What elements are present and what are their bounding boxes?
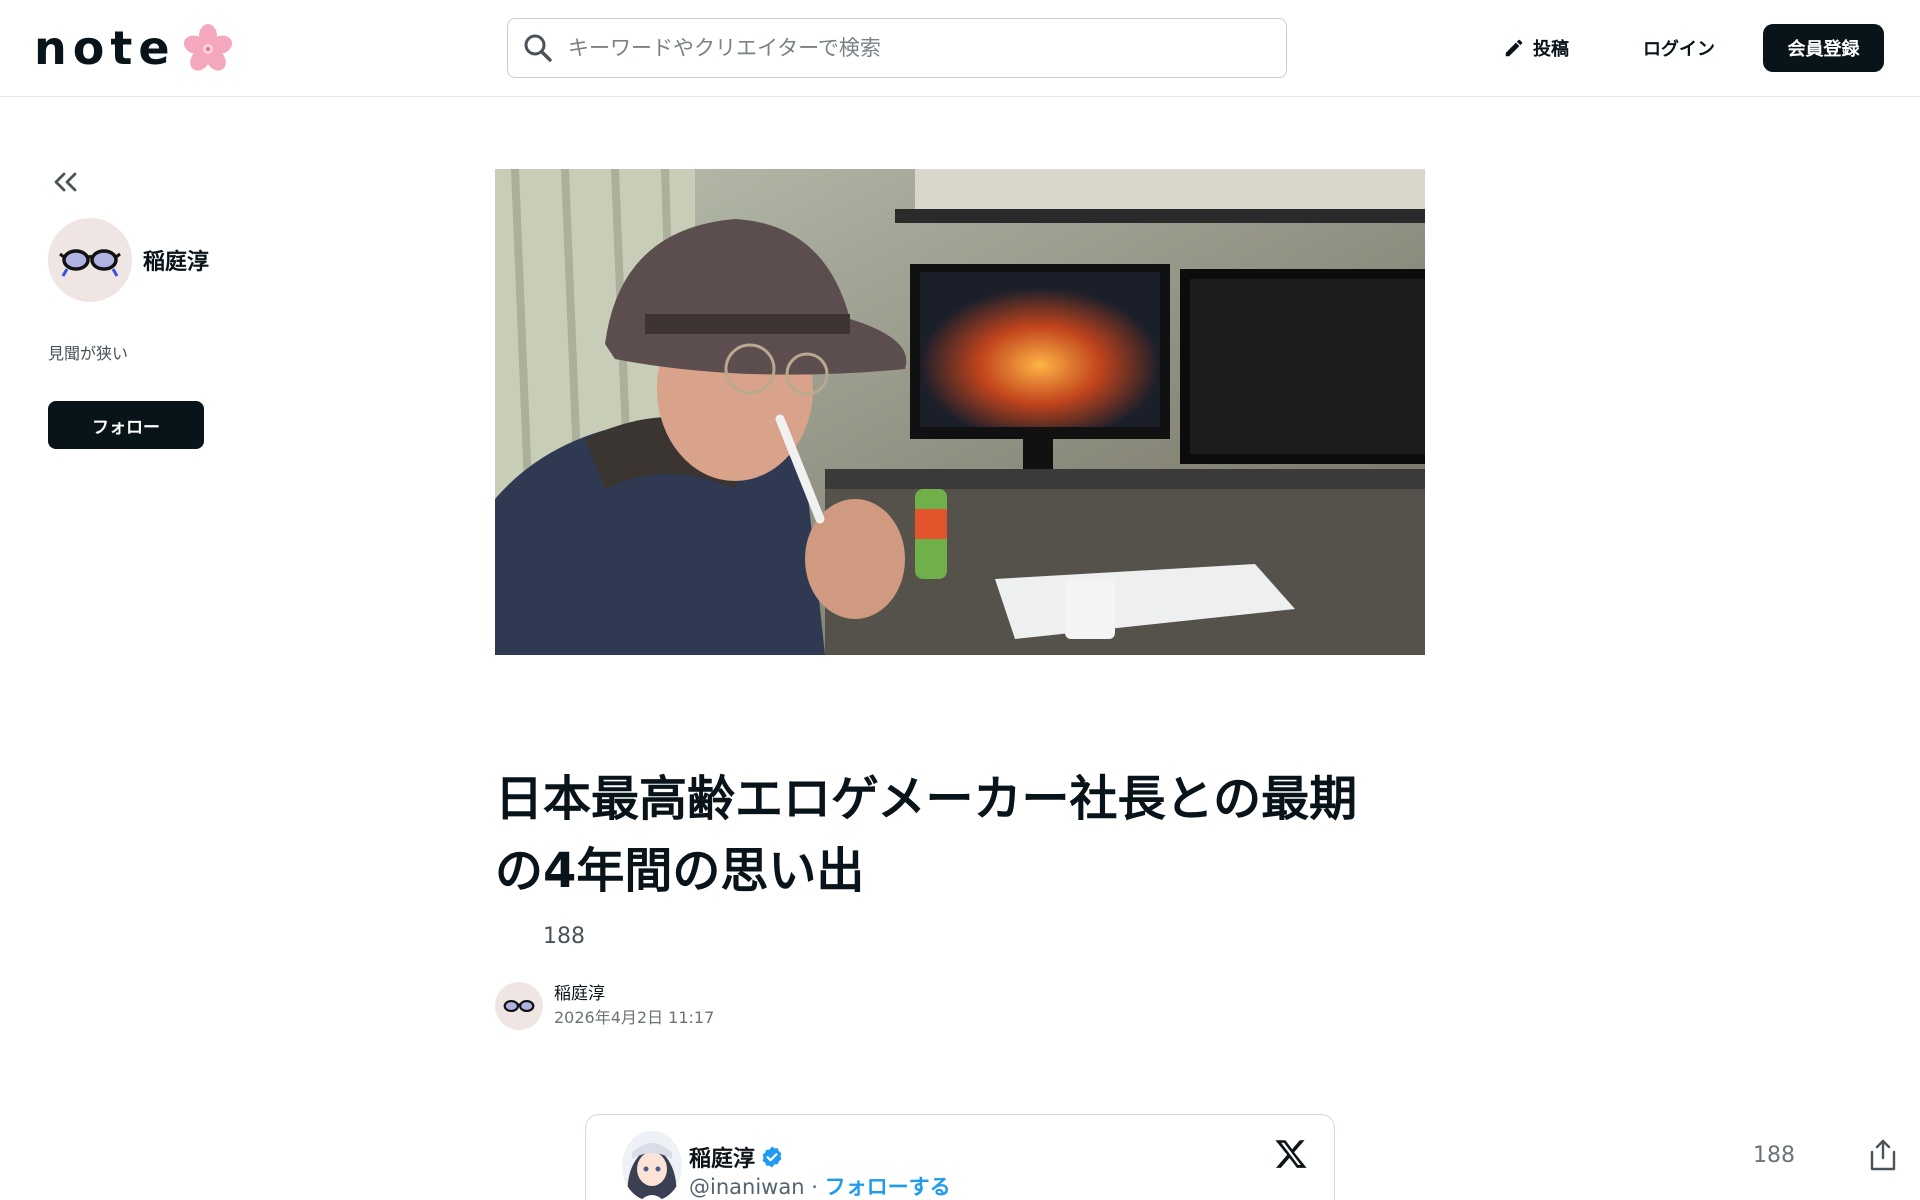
- search-input[interactable]: [568, 36, 1248, 60]
- note-logo[interactable]: note: [34, 20, 234, 76]
- logo-wordmark: note: [34, 21, 176, 75]
- signup-button[interactable]: 会員登録: [1763, 24, 1884, 72]
- article-title: 日本最高齢エロゲメーカー社長との最期 の4年間の思い出: [495, 763, 1425, 907]
- hero-photo-illustration: [495, 169, 1425, 655]
- login-link[interactable]: ログイン: [1643, 30, 1715, 66]
- search-icon: [524, 34, 552, 62]
- article-title-line-2: の4年間の思い出: [495, 843, 865, 899]
- search-box[interactable]: [507, 18, 1287, 78]
- tweet-separator: ·: [811, 1175, 818, 1199]
- creator-bio: 見聞が狭い: [48, 344, 129, 363]
- x-logo-icon[interactable]: [1274, 1137, 1308, 1171]
- anime-avatar-icon: [622, 1131, 682, 1200]
- follow-button[interactable]: フォロー: [48, 401, 204, 449]
- author-name[interactable]: 稲庭淳: [554, 982, 714, 1006]
- share-icon[interactable]: [1868, 1138, 1898, 1172]
- tweet-avatar[interactable]: [622, 1131, 682, 1200]
- glasses-icon: [59, 249, 121, 277]
- embedded-tweet[interactable]: 稲庭淳 @inaniwan · フォローする: [585, 1114, 1335, 1200]
- heart-icon[interactable]: [495, 921, 525, 951]
- post-button[interactable]: 投稿: [1503, 30, 1569, 66]
- post-label: 投稿: [1533, 39, 1569, 60]
- tweet-handle-row: @inaniwan · フォローする: [689, 1171, 951, 1200]
- pencil-icon: [1505, 39, 1523, 57]
- publish-date: 2026年4月2日 11:17: [554, 1008, 715, 1027]
- tweet-follow-link[interactable]: フォローする: [825, 1175, 951, 1199]
- glasses-icon: [503, 999, 535, 1013]
- floating-like-count[interactable]: 188: [1753, 1143, 1795, 1168]
- collapse-sidebar-icon[interactable]: [50, 166, 82, 198]
- hero-image: [495, 169, 1425, 655]
- article-byline: 稲庭淳 2026年4月2日 11:17: [495, 982, 714, 1030]
- creator-avatar[interactable]: [48, 218, 132, 302]
- author-avatar[interactable]: [495, 982, 543, 1030]
- like-count: 188: [543, 923, 585, 949]
- site-header: note 投稿 ログイン 会: [0, 0, 1920, 97]
- sakura-icon: [183, 24, 232, 71]
- article-title-line-1: 日本最高齢エロゲメーカー社長との最期: [495, 771, 1358, 827]
- like-section[interactable]: 188: [495, 920, 585, 952]
- verified-badge-icon: [762, 1146, 782, 1168]
- tweet-author-name[interactable]: 稲庭淳: [689, 1141, 784, 1173]
- tweet-author-name-text: 稲庭淳: [689, 1147, 756, 1172]
- creator-name[interactable]: 稲庭淳: [143, 244, 209, 276]
- tweet-handle: @inaniwan: [689, 1175, 805, 1199]
